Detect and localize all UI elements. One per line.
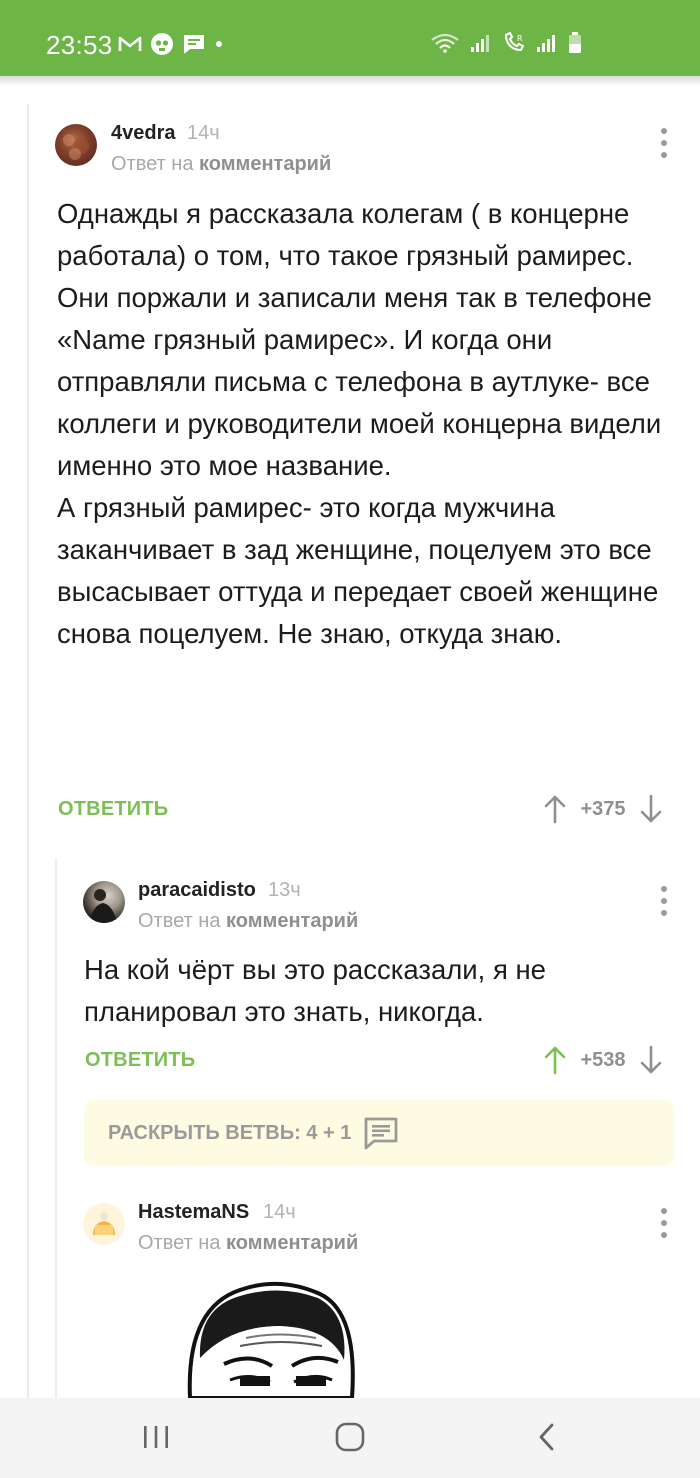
- downvote-icon[interactable]: [639, 1045, 663, 1075]
- volte-call-icon: R: [504, 32, 525, 52]
- notification-icons: [118, 32, 224, 56]
- reply-to-link[interactable]: комментарий: [226, 1232, 358, 1254]
- comments-icon: [364, 1117, 398, 1150]
- dot-icon: [216, 41, 222, 47]
- reply-to-line: Ответ на комментарий: [111, 153, 331, 176]
- comment-author[interactable]: 4vedra: [111, 122, 176, 145]
- roaming-signal-icon: [537, 35, 555, 52]
- upvote-icon-active[interactable]: [543, 1045, 567, 1075]
- downvote-icon[interactable]: [639, 794, 663, 824]
- status-bar: 23:53 R: [0, 0, 700, 76]
- reply-to-link[interactable]: комментарий: [199, 153, 331, 175]
- vote-controls: +538: [543, 1045, 663, 1075]
- message-icon: [184, 35, 204, 54]
- expand-branch-label: РАСКРЫТЬ ВЕТВЬ: 4 + 1: [108, 1121, 352, 1144]
- more-options-icon[interactable]: [658, 886, 670, 916]
- reply-button[interactable]: ОТВЕТИТЬ: [58, 798, 168, 821]
- navigation-bar: [0, 1398, 700, 1478]
- reply-to-prefix: Ответ на: [111, 153, 194, 175]
- battery-icon: [569, 32, 581, 53]
- avatar[interactable]: [83, 881, 125, 923]
- reply-to-line: Ответ на комментарий: [138, 910, 358, 933]
- back-icon[interactable]: [532, 1422, 564, 1452]
- comment-text: Однажды я рассказала колегам ( в концерн…: [57, 198, 662, 649]
- status-time: 23:53: [46, 30, 113, 60]
- comment-text: На кой чёрт вы это рассказали, я не план…: [84, 954, 546, 1027]
- upvote-icon[interactable]: [543, 794, 567, 824]
- avatar-image: [63, 134, 89, 160]
- avatar[interactable]: [83, 1203, 125, 1245]
- comment-rating: +538: [580, 1048, 626, 1071]
- meme-image[interactable]: [180, 1268, 370, 1398]
- thread-line-root[interactable]: [27, 104, 29, 1398]
- reply-to-link[interactable]: комментарий: [226, 910, 358, 932]
- thread-line-nested[interactable]: [55, 858, 57, 1398]
- more-options-icon[interactable]: [658, 128, 670, 158]
- comment-author[interactable]: HastemaNS: [138, 1201, 249, 1224]
- system-icons: R: [430, 32, 582, 54]
- svg-text:R: R: [517, 34, 523, 43]
- vote-controls: +375: [543, 794, 663, 824]
- reply-to-prefix: Ответ на: [138, 910, 221, 932]
- wifi-icon: [431, 33, 459, 53]
- comment-time: 14ч: [263, 1201, 296, 1223]
- signal-icon: [471, 35, 489, 52]
- comment-author[interactable]: paracaidisto: [138, 879, 256, 902]
- status-bar-shadow: [0, 76, 700, 86]
- gmail-icon: [118, 36, 142, 51]
- skull-app-icon: [151, 33, 173, 55]
- comment-time: 14ч: [187, 122, 220, 144]
- reply-to-line: Ответ на комментарий: [138, 1232, 358, 1255]
- comment-time: 13ч: [268, 879, 301, 901]
- avatar[interactable]: [55, 124, 97, 166]
- reply-to-prefix: Ответ на: [138, 1232, 221, 1254]
- expand-branch-button[interactable]: РАСКРЫТЬ ВЕТВЬ: 4 + 1: [84, 1100, 674, 1166]
- avatar-image: [89, 889, 117, 923]
- recent-apps-icon[interactable]: [140, 1422, 172, 1452]
- reply-button[interactable]: ОТВЕТИТЬ: [85, 1049, 195, 1072]
- more-options-icon[interactable]: [658, 1208, 670, 1238]
- meme-face-image: [187, 1281, 355, 1398]
- home-icon[interactable]: [334, 1422, 366, 1452]
- comment-rating: +375: [580, 797, 626, 820]
- avatar-image: [93, 1212, 115, 1235]
